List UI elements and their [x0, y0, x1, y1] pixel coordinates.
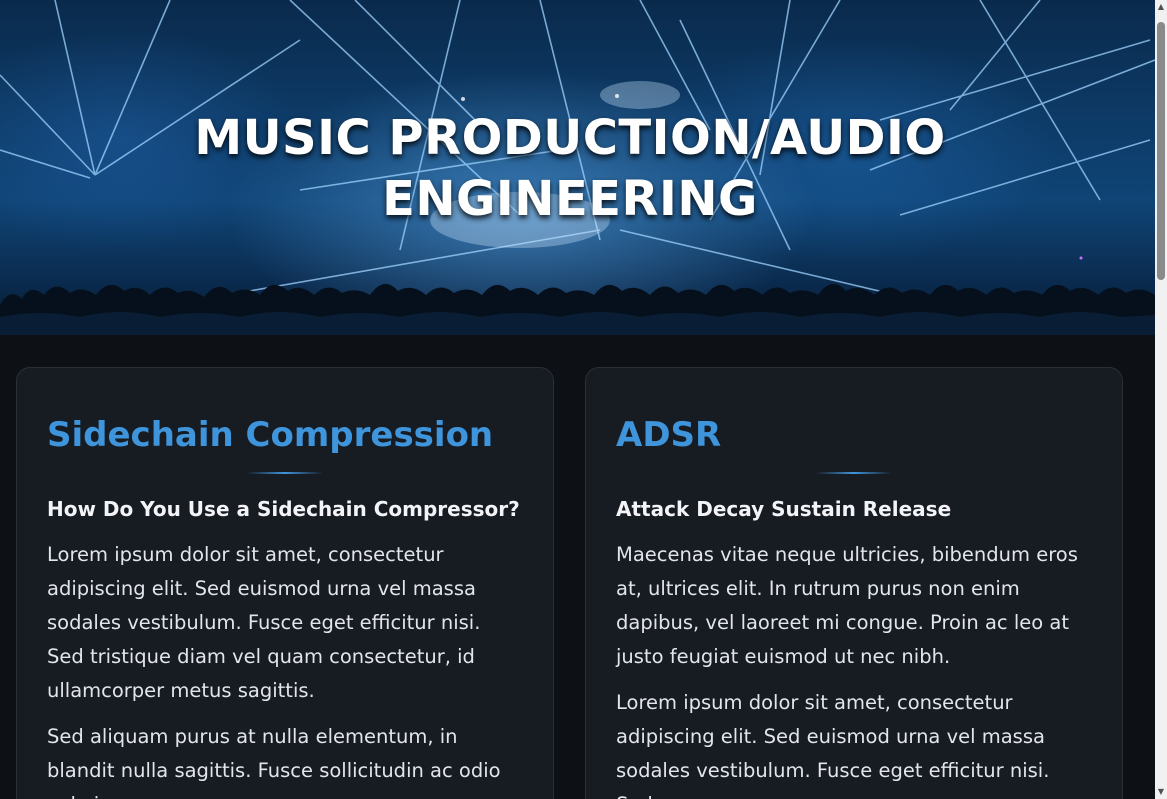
card-adsr: ADSR Attack Decay Sustain Release Maecen… — [585, 367, 1123, 799]
card-title: Sidechain Compression — [47, 415, 494, 455]
card-sidechain-compression: Sidechain Compression How Do You Use a S… — [16, 367, 554, 799]
card-paragraph: Maecenas vitae neque ultricies, bibendum… — [616, 543, 1078, 668]
title-divider — [816, 472, 892, 474]
card-subtitle: Attack Decay Sustain Release — [616, 497, 952, 521]
title-divider — [247, 472, 323, 474]
crowd-silhouette — [0, 283, 1155, 335]
card-subtitle: How Do You Use a Sidechain Compressor? — [47, 497, 520, 521]
vertical-scrollbar[interactable]: ▲ ▼ — [1155, 0, 1167, 799]
hero-banner: MUSIC PRODUCTION/AUDIO ENGINEERING — [0, 0, 1155, 335]
card-paragraph: Lorem ipsum dolor sit amet, consectetur … — [47, 543, 481, 702]
card-paragraph: Lorem ipsum dolor sit amet, consectetur … — [616, 691, 1050, 799]
card-title: ADSR — [616, 415, 722, 455]
page-title: MUSIC PRODUCTION/AUDIO ENGINEERING — [194, 110, 946, 227]
arrow-down-icon[interactable]: ▼ — [1155, 785, 1167, 799]
arrow-up-icon[interactable]: ▲ — [1155, 0, 1167, 14]
scrollbar-thumb[interactable] — [1157, 22, 1165, 280]
card-paragraph: Sed aliquam purus at nulla elementum, in… — [47, 725, 501, 799]
